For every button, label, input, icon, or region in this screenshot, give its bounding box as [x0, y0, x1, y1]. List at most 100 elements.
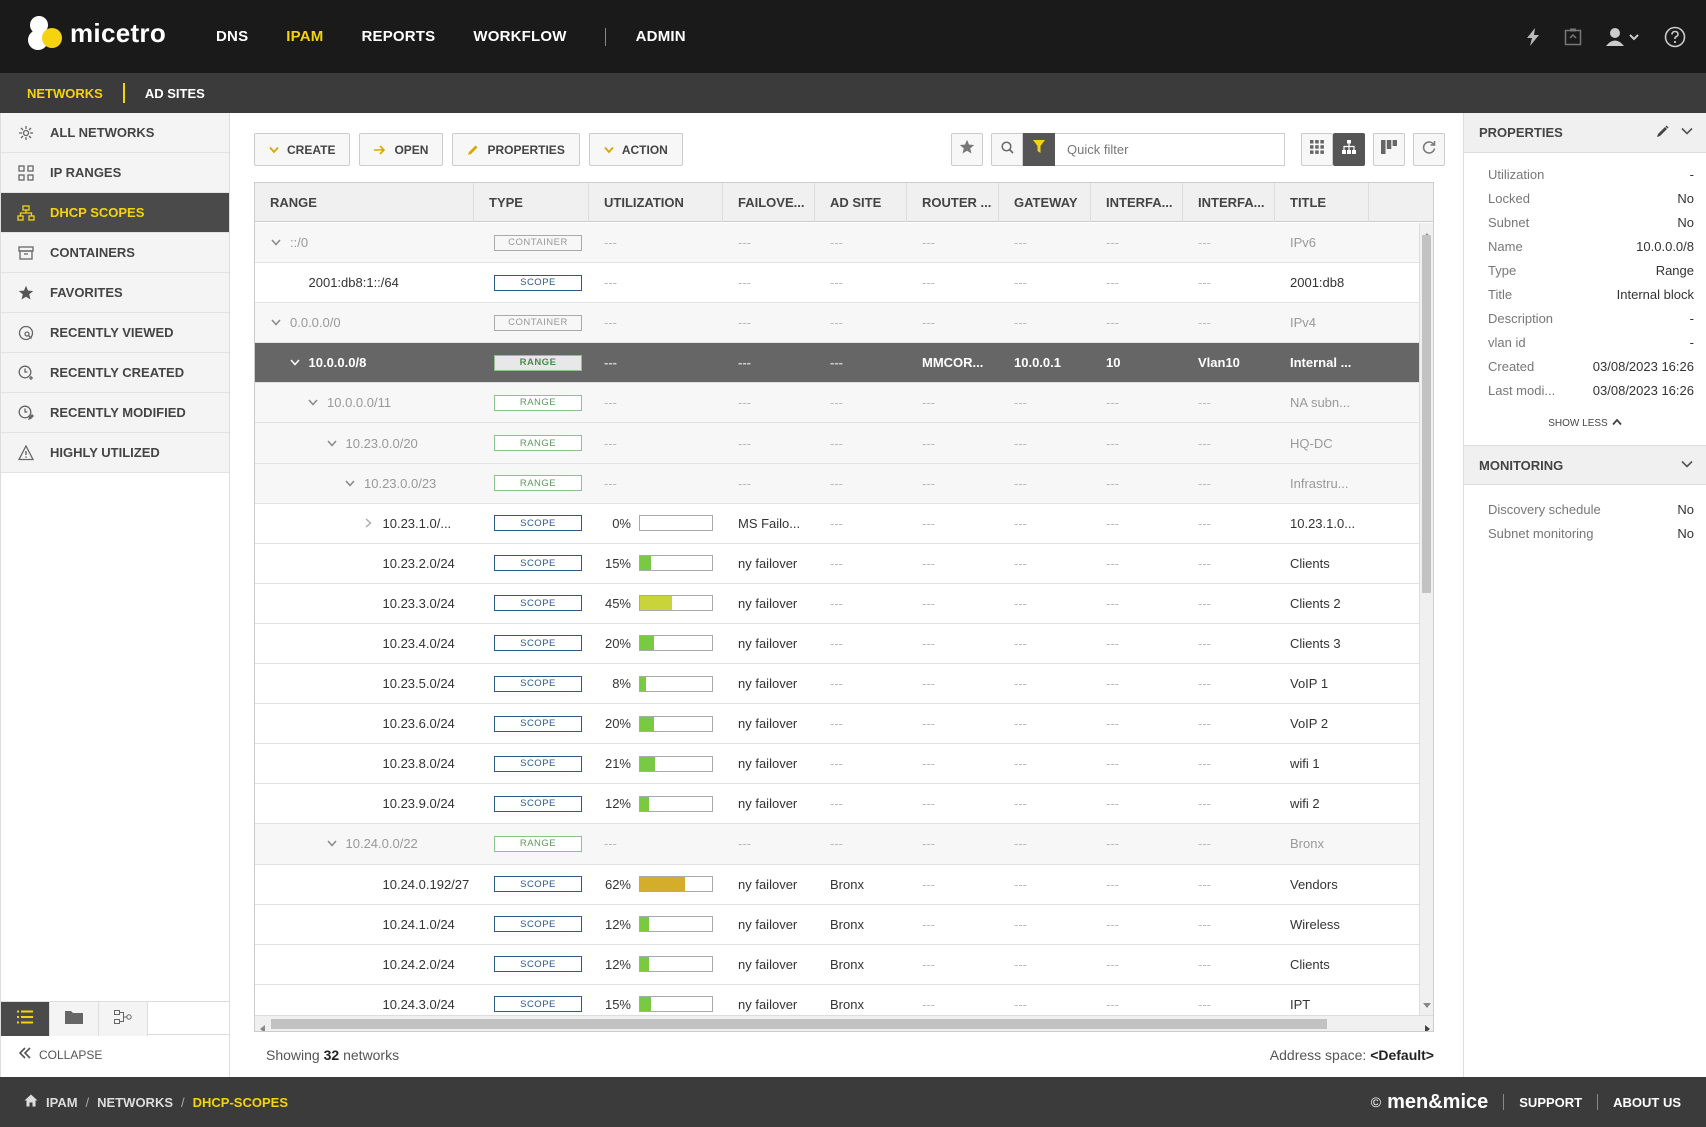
jobs-icon[interactable]	[1564, 28, 1582, 46]
chevron-down-icon[interactable]	[324, 440, 340, 447]
sidebar-item-recently-modified[interactable]: RECENTLY MODIFIED	[1, 393, 229, 433]
folder-view-button[interactable]	[50, 1002, 99, 1036]
column-header[interactable]: UTILIZATION	[589, 183, 723, 222]
chevron-down-icon[interactable]	[287, 359, 303, 366]
filter-button[interactable]	[1023, 133, 1055, 166]
breadcrumb-networks[interactable]: NETWORKS	[97, 1095, 173, 1110]
table-row[interactable]: 10.23.6.0/24 SCOPE 20% ny failover --- --- ---…	[255, 704, 1421, 745]
table-row[interactable]: 10.23.9.0/24 SCOPE 12% ny failover --- --- ---…	[255, 784, 1421, 825]
column-header[interactable]: FAILOVE...	[723, 183, 815, 222]
range-cell: 10.24.2.0/24	[255, 945, 474, 984]
table-row[interactable]: 10.24.0.0/22 RANGE --- --- --- --- --- --- --- Br…	[255, 824, 1421, 865]
monitoring-header[interactable]: MONITORING	[1464, 445, 1706, 485]
search-button[interactable]	[991, 133, 1023, 166]
table-row[interactable]: 10.23.3.0/24 SCOPE 45% ny failover --- --- ---…	[255, 584, 1421, 624]
address-space-value[interactable]: <Default>	[1370, 1047, 1434, 1063]
sidebar-item-all-networks[interactable]: ALL NETWORKS	[1, 113, 229, 153]
nav-admin[interactable]: ADMIN	[636, 28, 686, 45]
chevron-down-icon[interactable]	[1681, 458, 1693, 473]
sidebar-item-recently-viewed[interactable]: RECENTLY VIEWED	[1, 313, 229, 353]
vertical-scroll-thumb[interactable]	[1422, 235, 1431, 593]
column-layout-button[interactable]	[1373, 133, 1405, 166]
sidebar-item-dhcp-scopes[interactable]: DHCP SCOPES	[1, 193, 229, 233]
column-header[interactable]: GATEWAY	[999, 183, 1091, 222]
micetro-logo[interactable]: micetro	[28, 16, 166, 50]
tree-view-toggle[interactable]	[1333, 133, 1365, 166]
chevron-down-icon[interactable]	[305, 399, 321, 407]
open-button[interactable]: OPEN	[359, 133, 444, 166]
table-row[interactable]: 10.23.5.0/24 SCOPE 8% ny failover --- --- --- -…	[255, 664, 1421, 705]
interface-name-cell: ---	[1198, 916, 1211, 932]
column-header[interactable]: AD SITE	[815, 183, 907, 222]
type-badge: SCOPE	[494, 755, 582, 772]
column-header[interactable]: ROUTER ...	[907, 183, 999, 222]
vertical-scrollbar[interactable]	[1419, 223, 1433, 1016]
support-link[interactable]: SUPPORT	[1519, 1095, 1582, 1110]
table-row[interactable]: 10.0.0.0/8 RANGE --- --- --- MMCOR... 10.0.0.1…	[255, 343, 1421, 384]
interface-name-cell: ---	[1198, 235, 1211, 251]
sidebar-item-highly-utilized[interactable]: HIGHLY UTILIZED	[1, 433, 229, 473]
table-row[interactable]: 2001:db8:1::/64 SCOPE --- --- --- --- --- --- --…	[255, 263, 1421, 304]
column-header[interactable]: TYPE	[474, 183, 589, 222]
grid-view-button[interactable]	[1301, 133, 1333, 166]
edit-icon[interactable]	[1656, 124, 1669, 141]
table-row[interactable]: ::/0 CONTAINER --- --- --- --- --- --- --- IPv6	[255, 223, 1421, 264]
table-row[interactable]: 0.0.0.0/0 CONTAINER --- --- --- --- --- --- --- I…	[255, 303, 1421, 344]
table-row[interactable]: 10.24.2.0/24 SCOPE 12% ny failover Bronx --- -…	[255, 945, 1421, 985]
collapse-button[interactable]: COLLAPSE	[18, 1047, 102, 1062]
utilization-cell: 62%	[589, 865, 723, 904]
chevron-right-icon[interactable]	[361, 518, 377, 528]
user-menu[interactable]	[1606, 27, 1640, 47]
chevron-down-icon[interactable]	[1681, 125, 1693, 141]
table-row[interactable]: 10.23.1.0/... SCOPE 0% MS Failo... --- --- ---…	[255, 504, 1421, 544]
table-row[interactable]: 10.23.2.0/24 SCOPE 15% ny failover --- --- ---…	[255, 544, 1421, 584]
about-us-link[interactable]: ABOUT US	[1613, 1095, 1681, 1110]
column-header[interactable]: TITLE	[1275, 183, 1369, 222]
refresh-button[interactable]	[1413, 133, 1445, 166]
action-button[interactable]: ACTION	[588, 133, 683, 166]
range-label: ::/0	[290, 235, 309, 251]
star-icon	[17, 284, 35, 302]
properties-button[interactable]: PROPERTIES	[452, 133, 580, 166]
chevron-down-icon[interactable]	[268, 319, 284, 326]
table-row[interactable]: 10.23.8.0/24 SCOPE 21% ny failover --- --- ---…	[255, 744, 1421, 785]
utilization-percent: 15%	[604, 996, 631, 1012]
table-row[interactable]: 10.0.0.0/11 RANGE --- --- --- --- --- --- --- NA …	[255, 383, 1421, 424]
home-icon[interactable]	[24, 1094, 38, 1110]
quick-filter-input[interactable]	[1055, 133, 1285, 166]
sidebar-item-containers[interactable]: CONTAINERS	[1, 233, 229, 273]
table-row[interactable]: 10.23.0.0/20 RANGE --- --- --- --- --- --- --- HQ…	[255, 423, 1421, 464]
show-less-button[interactable]: SHOW LESS	[1464, 413, 1706, 433]
filter-icon	[1033, 140, 1045, 159]
create-button[interactable]: CREATE	[254, 133, 351, 166]
horizontal-scroll-thumb[interactable]	[271, 1019, 1327, 1029]
subnav-ad-sites[interactable]: AD SITES	[145, 86, 205, 101]
sidebar-item-ip-ranges[interactable]: IP RANGES	[1, 153, 229, 193]
nav-dns[interactable]: DNS	[216, 28, 248, 45]
chevron-down-icon[interactable]	[324, 840, 340, 848]
nav-workflow[interactable]: WORKFLOW	[473, 28, 566, 45]
horizontal-scrollbar[interactable]	[255, 1015, 1433, 1031]
nav-ipam[interactable]: IPAM	[286, 28, 323, 45]
tree-view-button[interactable]	[99, 1002, 148, 1036]
sidebar-item-favorites[interactable]: FAVORITES	[1, 273, 229, 313]
chevron-down-icon[interactable]	[268, 239, 284, 246]
list-view-button[interactable]	[1, 1002, 50, 1036]
table-row[interactable]: 10.23.0.0/23 RANGE --- --- --- --- --- --- --- In…	[255, 463, 1421, 504]
breadcrumb-ipam[interactable]: IPAM	[46, 1095, 78, 1110]
chevron-down-icon[interactable]	[342, 480, 358, 487]
column-header[interactable]: INTERFA...	[1091, 183, 1183, 222]
table-row[interactable]: 10.24.3.0/24 SCOPE 15% ny failover Bronx --- -…	[255, 985, 1421, 1016]
interface-name-cell: ---	[1198, 435, 1211, 451]
table-row[interactable]: 10.24.0.192/27 SCOPE 62% ny failover Bronx --…	[255, 865, 1421, 905]
subnav-networks[interactable]: NETWORKS	[27, 86, 103, 101]
column-header[interactable]: RANGE	[255, 183, 474, 222]
column-header[interactable]: INTERFA...	[1183, 183, 1275, 222]
help-icon[interactable]	[1664, 26, 1686, 48]
sidebar-item-recently-created[interactable]: RECENTLY CREATED	[1, 353, 229, 393]
table-row[interactable]: 10.24.1.0/24 SCOPE 12% ny failover Bronx --- -…	[255, 905, 1421, 945]
favorite-button[interactable]	[951, 133, 983, 166]
nav-reports[interactable]: REPORTS	[361, 28, 435, 45]
lightning-icon[interactable]	[1526, 27, 1540, 46]
table-row[interactable]: 10.23.4.0/24 SCOPE 20% ny failover --- --- ---…	[255, 624, 1421, 665]
